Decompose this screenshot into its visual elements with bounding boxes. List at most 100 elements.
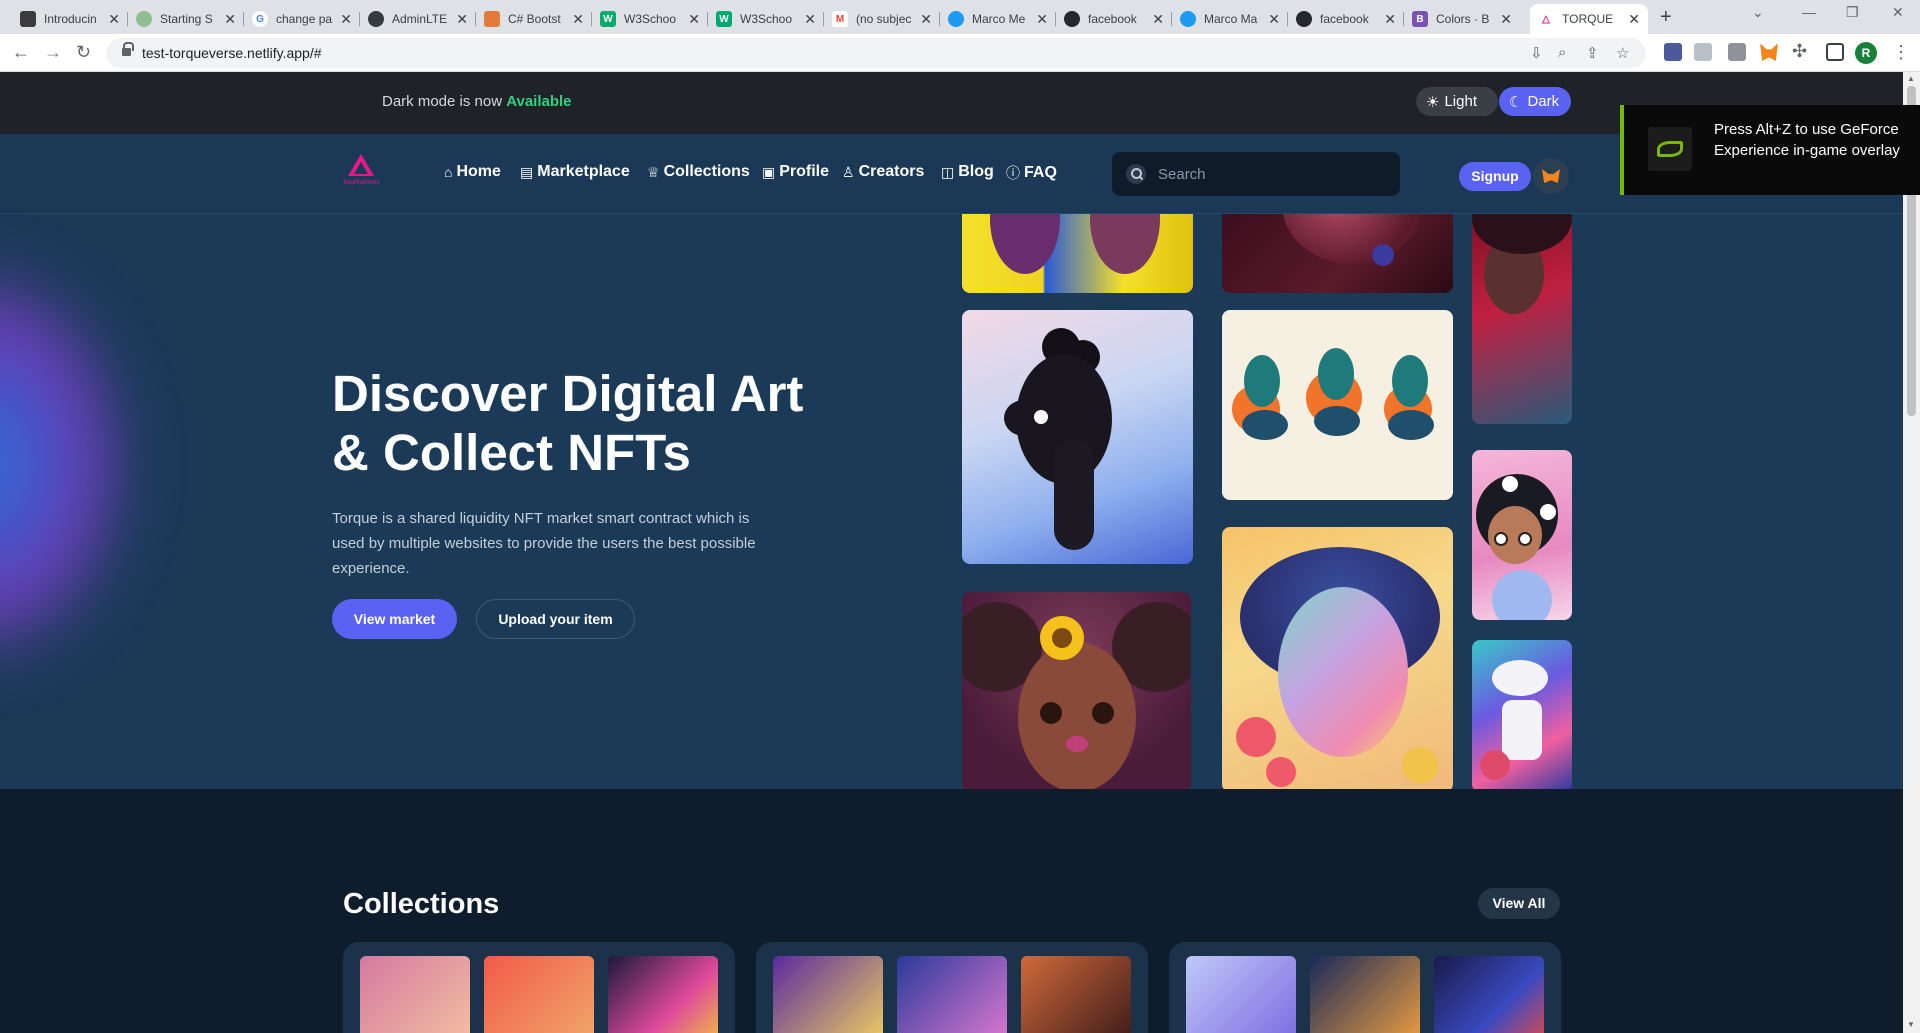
nav-creators[interactable]: ♙ Creators: [842, 163, 924, 181]
window-close-icon[interactable]: ✕: [1892, 4, 1904, 21]
tab-label: C# Bootst: [508, 12, 561, 26]
view-market-button[interactable]: View market: [332, 599, 457, 639]
nft-artwork[interactable]: [1472, 214, 1572, 424]
close-icon[interactable]: ✕: [1036, 11, 1048, 28]
light-mode-button[interactable]: ☀ Light: [1416, 87, 1498, 116]
close-icon[interactable]: ✕: [1628, 11, 1640, 28]
dark-mode-button[interactable]: ☾ Dark: [1499, 87, 1571, 116]
nav-profile[interactable]: ▣ Profile: [762, 163, 829, 181]
nav-marketplace[interactable]: ▤ Marketplace: [520, 163, 630, 181]
tab-favicon-icon: [20, 11, 36, 27]
view-all-button[interactable]: View All: [1478, 888, 1560, 919]
browser-tab[interactable]: Marco Ma ✕: [1172, 4, 1288, 34]
browser-tab[interactable]: B Colors · B ✕: [1404, 4, 1520, 34]
user-icon: ♙: [842, 163, 855, 180]
puzzle-extensions-icon[interactable]: ✣: [1792, 41, 1807, 62]
install-app-icon[interactable]: ⇩: [1530, 44, 1543, 62]
close-icon[interactable]: ✕: [456, 11, 468, 28]
browser-tab[interactable]: W W3Schoo ✕: [592, 4, 708, 34]
logo-text: TorqPlatforms: [342, 180, 380, 186]
close-icon[interactable]: ✕: [804, 11, 816, 28]
kebab-menu-icon[interactable]: ⋮: [1892, 42, 1910, 63]
browser-tab[interactable]: facebook ✕: [1056, 4, 1172, 34]
w3schools-icon: W: [600, 11, 616, 27]
collection-card[interactable]: [1169, 942, 1561, 1033]
nft-artwork[interactable]: [1472, 640, 1572, 789]
browser-tab[interactable]: Marco Me ✕: [940, 4, 1056, 34]
restore-icon[interactable]: ❐: [1846, 4, 1859, 21]
home-icon: ⌂: [444, 164, 453, 180]
nft-artwork[interactable]: [962, 214, 1193, 293]
back-arrow-icon[interactable]: ←: [12, 42, 30, 63]
side-panel-icon[interactable]: [1826, 43, 1844, 61]
tab-favicon-icon: [368, 11, 384, 27]
nav-collections[interactable]: ♕ Collections: [647, 163, 750, 181]
github-icon: [1064, 11, 1080, 27]
share-icon[interactable]: ⇪: [1586, 44, 1599, 62]
url-text[interactable]: test-torqueverse.netlify.app/#: [142, 45, 322, 61]
forward-arrow-icon[interactable]: →: [44, 42, 62, 63]
torque-logo[interactable]: TorqPlatforms: [334, 154, 388, 194]
tab-search-chevron-icon[interactable]: ⌄: [1752, 4, 1764, 21]
browser-tab[interactable]: C# Bootst ✕: [476, 4, 592, 34]
close-icon[interactable]: ✕: [688, 11, 700, 28]
browser-tab[interactable]: W W3Schoo ✕: [708, 4, 824, 34]
zoom-icon[interactable]: ⌕: [1558, 44, 1566, 61]
page-scrollbar[interactable]: ▲ ▼: [1903, 72, 1920, 1033]
close-icon[interactable]: ✕: [224, 11, 236, 28]
nav-home[interactable]: ⌂ Home: [444, 163, 501, 181]
extension-icon[interactable]: [1664, 43, 1682, 61]
nft-artwork[interactable]: [962, 592, 1191, 789]
close-icon[interactable]: ✕: [108, 11, 120, 28]
reload-icon[interactable]: ↻: [76, 42, 91, 63]
address-bar[interactable]: test-torqueverse.netlify.app/# ⇩ ⌕ ⇪ ☆: [106, 38, 1646, 68]
minimize-icon[interactable]: —: [1802, 4, 1816, 20]
browser-tab[interactable]: Starting S ✕: [128, 4, 244, 34]
moon-icon: ☾: [1509, 93, 1523, 111]
collection-card[interactable]: [756, 942, 1148, 1033]
metamask-wallet-button[interactable]: [1533, 158, 1569, 194]
bootstrap-icon: B: [1412, 11, 1428, 27]
new-tab-plus-icon[interactable]: +: [1660, 6, 1672, 29]
browser-toolbar: ← → ↻ test-torqueverse.netlify.app/# ⇩ ⌕…: [0, 34, 1920, 72]
nft-artwork[interactable]: [1472, 450, 1572, 620]
search-icon[interactable]: [1126, 164, 1146, 184]
nav-faq[interactable]: ⓘ FAQ: [1006, 163, 1057, 183]
twitter-icon: [1180, 11, 1196, 27]
browser-tab[interactable]: M (no subjec ✕: [824, 4, 940, 34]
tab-label: Introducin: [44, 12, 97, 26]
lock-icon[interactable]: [122, 42, 134, 57]
nft-artwork[interactable]: [1222, 214, 1453, 293]
search-input[interactable]: [1158, 164, 1378, 184]
hero-section: Discover Digital Art & Collect NFTs Torq…: [0, 214, 1903, 789]
upload-item-button[interactable]: Upload your item: [476, 599, 635, 639]
close-icon[interactable]: ✕: [1152, 11, 1164, 28]
profile-avatar[interactable]: R: [1855, 42, 1877, 64]
browser-tab-active[interactable]: △ TORQUE ✕: [1530, 4, 1648, 34]
browser-tab[interactable]: facebook ✕: [1288, 4, 1404, 34]
extension-icon[interactable]: [1694, 43, 1712, 61]
collection-card[interactable]: [343, 942, 735, 1033]
nft-artwork[interactable]: [962, 310, 1193, 564]
signup-button[interactable]: Signup: [1459, 162, 1531, 191]
close-icon[interactable]: ✕: [920, 11, 932, 28]
browser-tab[interactable]: AdminLTE ✕: [360, 4, 476, 34]
close-icon[interactable]: ✕: [1384, 11, 1396, 28]
nft-artwork[interactable]: [1222, 527, 1453, 789]
browser-tab[interactable]: Gchange pa ✕: [244, 4, 360, 34]
scroll-down-arrow-icon[interactable]: ▼: [1907, 1020, 1915, 1029]
close-icon[interactable]: ✕: [572, 11, 584, 28]
announcement-text: Dark mode is now Available: [382, 93, 572, 110]
nav-blog[interactable]: ◫ Blog: [941, 163, 994, 181]
bookmark-star-icon[interactable]: ☆: [1616, 44, 1629, 62]
scroll-up-arrow-icon[interactable]: ▲: [1907, 74, 1915, 83]
nft-artwork[interactable]: [1222, 310, 1453, 500]
close-icon[interactable]: ✕: [1500, 11, 1512, 28]
metamask-fox-icon[interactable]: [1760, 43, 1778, 61]
close-icon[interactable]: ✕: [340, 11, 352, 28]
extension-icon[interactable]: [1728, 43, 1746, 61]
browser-tab[interactable]: Introducin ✕: [12, 4, 128, 34]
id-card-icon: ▣: [762, 163, 776, 180]
close-icon[interactable]: ✕: [1268, 11, 1280, 28]
tab-label: W3Schoo: [624, 12, 677, 26]
